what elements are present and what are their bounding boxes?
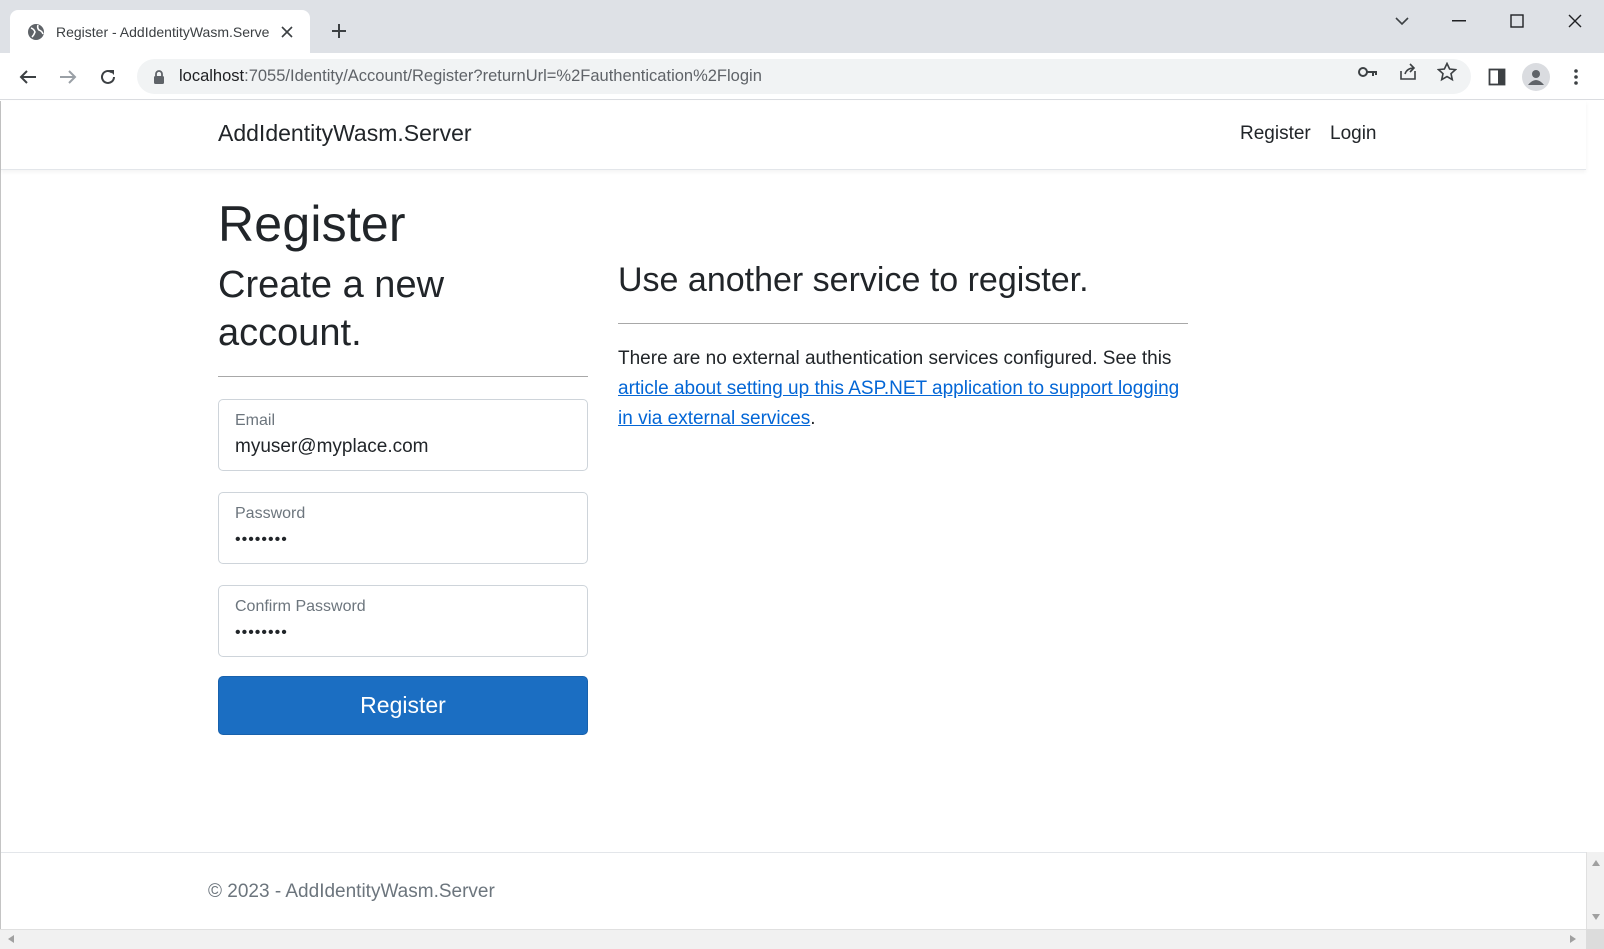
password-label: Password xyxy=(235,505,306,522)
divider xyxy=(618,323,1188,324)
page-title: Register xyxy=(218,196,406,252)
footer: © 2023 - AddIdentityWasm.Server xyxy=(1,852,1586,929)
scroll-up-icon[interactable] xyxy=(1589,856,1603,870)
close-window-icon[interactable] xyxy=(1557,6,1593,36)
minimize-icon[interactable] xyxy=(1441,6,1477,36)
lock-icon xyxy=(154,69,164,84)
confirm-password-value: •••••••• xyxy=(235,624,288,641)
share-icon[interactable] xyxy=(1397,61,1419,83)
nav-register-link[interactable]: Register xyxy=(1240,123,1311,145)
nav-login-link[interactable]: Login xyxy=(1330,123,1377,145)
confirm-password-label: Confirm Password xyxy=(235,598,366,615)
profile-avatar-icon[interactable] xyxy=(1522,63,1550,91)
password-field[interactable]: Password •••••••• xyxy=(218,492,588,564)
bookmark-star-icon[interactable] xyxy=(1436,61,1458,83)
email-value: myuser@myplace.com xyxy=(235,436,429,457)
scroll-down-icon[interactable] xyxy=(1589,910,1603,924)
password-value: •••••••• xyxy=(235,531,288,548)
key-icon[interactable] xyxy=(1357,61,1379,83)
confirm-password-field[interactable]: Confirm Password •••••••• xyxy=(218,585,588,657)
browser-titlebar: Register - AddIdentityWasm.Server xyxy=(0,0,1604,53)
email-label: Email xyxy=(235,412,276,429)
email-field[interactable]: Email myuser@myplace.com xyxy=(218,399,588,471)
forward-arrow-icon[interactable] xyxy=(54,63,82,91)
scroll-right-icon[interactable] xyxy=(1566,932,1580,946)
side-panel-icon[interactable] xyxy=(1483,63,1511,91)
browser-tab[interactable]: Register - AddIdentityWasm.Server xyxy=(10,10,310,53)
tab-search-chevron-icon[interactable] xyxy=(1384,6,1420,36)
url-text: localhost:7055/Identity/Account/Register… xyxy=(179,67,762,85)
tab-title: Register - AddIdentityWasm.Server xyxy=(56,23,270,40)
address-bar[interactable]: localhost:7055/Identity/Account/Register… xyxy=(137,59,1471,94)
new-tab-icon[interactable] xyxy=(326,18,352,44)
divider xyxy=(218,376,588,377)
more-menu-icon[interactable] xyxy=(1562,63,1590,91)
brand-link[interactable]: AddIdentityWasm.Server xyxy=(218,120,472,147)
scroll-left-icon[interactable] xyxy=(4,932,18,946)
footer-copyright: © 2023 - AddIdentityWasm.Server xyxy=(208,881,495,902)
external-service-heading: Use another service to register. xyxy=(618,261,1089,299)
vertical-scrollbar[interactable] xyxy=(1586,852,1604,929)
page-viewport: AddIdentityWasm.Server Register Login Re… xyxy=(0,101,1586,929)
scrollbar-corner xyxy=(1586,929,1604,949)
maximize-icon[interactable] xyxy=(1499,6,1535,36)
back-arrow-icon[interactable] xyxy=(14,63,42,91)
reload-icon[interactable] xyxy=(94,63,122,91)
horizontal-scrollbar[interactable] xyxy=(0,929,1586,949)
register-button[interactable]: Register xyxy=(218,676,588,735)
close-tab-icon[interactable] xyxy=(278,23,296,41)
site-navbar: AddIdentityWasm.Server Register Login xyxy=(1,101,1586,170)
globe-icon xyxy=(28,23,44,40)
browser-toolbar: localhost:7055/Identity/Account/Register… xyxy=(0,53,1604,100)
external-services-article-link[interactable]: article about setting up this ASP.NET ap… xyxy=(618,378,1179,429)
create-account-heading: Create a new account. xyxy=(218,264,445,354)
external-services-text: There are no external authentication ser… xyxy=(618,348,1180,429)
